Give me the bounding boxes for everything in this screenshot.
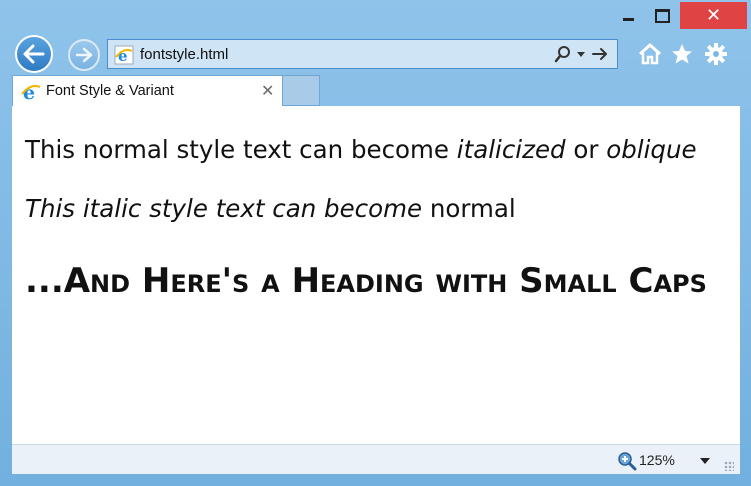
star-icon <box>672 44 692 64</box>
address-url[interactable]: fontstyle.html <box>140 46 228 63</box>
home-icon <box>638 43 662 65</box>
forward-button[interactable] <box>68 39 100 71</box>
normal-text: or <box>565 135 607 164</box>
favorites-button[interactable] <box>668 40 696 68</box>
go-arrow-icon[interactable] <box>591 45 609 67</box>
tab-font-style-variant[interactable]: e Font Style & Variant ✕ <box>12 75 283 106</box>
minimize-button[interactable] <box>611 2 645 29</box>
address-bar[interactable]: e fontstyle.html <box>107 39 618 69</box>
search-dropdown-icon[interactable] <box>577 52 585 57</box>
gear-icon <box>705 43 727 65</box>
tab-title: Font Style & Variant <box>46 83 174 99</box>
new-tab-button[interactable] <box>283 75 320 106</box>
ie-tab-icon: e <box>21 82 41 106</box>
zoom-icon[interactable] <box>617 451 637 475</box>
search-icon[interactable] <box>554 45 572 67</box>
resize-grip-icon[interactable] <box>724 461 734 471</box>
maximize-icon <box>654 8 670 23</box>
zoom-level[interactable]: 125% <box>639 452 675 468</box>
oblique-text: oblique <box>606 135 697 164</box>
forward-arrow-icon <box>75 47 93 63</box>
italic-text: italicized <box>456 135 566 164</box>
paragraph-normal-style: This normal style text can become italic… <box>25 135 697 164</box>
tab-close-icon[interactable]: ✕ <box>261 81 274 100</box>
back-arrow-icon <box>23 44 45 64</box>
zoom-dropdown-icon[interactable] <box>700 458 710 464</box>
maximize-button[interactable] <box>645 2 679 29</box>
status-bar: 125% <box>12 444 740 474</box>
minimize-icon <box>622 18 634 21</box>
normal-text: normal <box>422 194 516 223</box>
paragraph-italic-style: This italic style text can become normal <box>25 194 516 223</box>
ie-page-icon: e <box>114 45 134 69</box>
tools-button[interactable] <box>702 40 730 68</box>
close-icon: ✕ <box>705 5 722 26</box>
italic-text: This italic style text can become <box>25 194 423 223</box>
normal-text: This normal style text can become <box>25 135 457 164</box>
page-content: This normal style text can become italic… <box>12 106 740 444</box>
back-button[interactable] <box>15 35 53 73</box>
home-button[interactable] <box>636 40 664 68</box>
browser-window: ✕ e fontstyle.html e Font Style & Varian… <box>0 0 751 486</box>
close-window-button[interactable]: ✕ <box>680 2 747 29</box>
small-caps-heading: ...And Here's a Heading with Small Caps <box>25 261 707 301</box>
